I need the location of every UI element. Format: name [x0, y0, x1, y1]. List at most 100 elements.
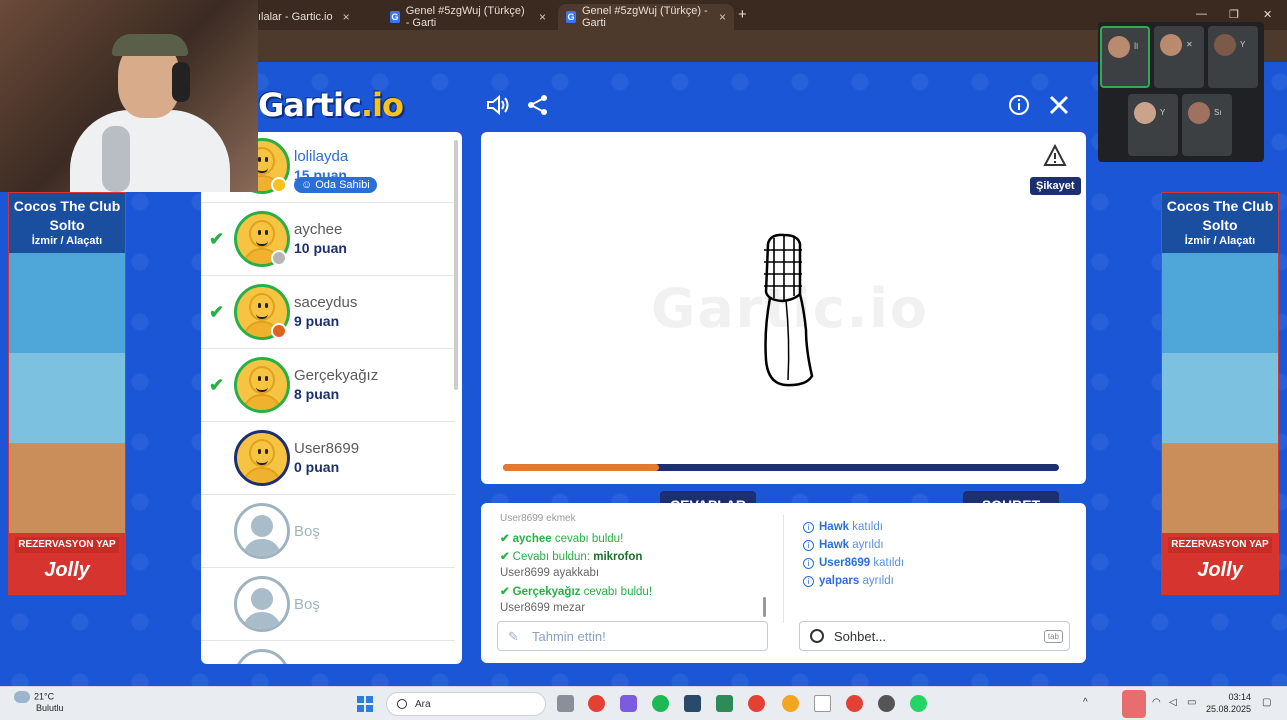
tab-title: Genel #5zgWuj (Türkçe) - Garti [581, 5, 708, 29]
answer-line: ✔ aychee cevabı buldu! [500, 533, 624, 545]
obs-icon[interactable] [878, 695, 895, 712]
player-name: Gerçekyağız [294, 367, 379, 384]
ad-brand: Jolly [1197, 559, 1243, 581]
answer-line: User8699 ekmek [500, 513, 576, 523]
player-name: Boş [294, 523, 320, 540]
app-icon[interactable] [716, 695, 733, 712]
call-participant[interactable]: Y [1208, 26, 1258, 88]
warning-icon[interactable] [1043, 143, 1067, 168]
player-avatar [234, 430, 290, 486]
status-dot [271, 177, 287, 193]
pencil-icon: ✎ [508, 629, 519, 644]
info-icon[interactable] [1006, 92, 1032, 118]
ad-banner-right[interactable]: Cocos The Club Solto İzmir / Alaçatı REZ… [1161, 192, 1279, 595]
call-participant[interactable]: ✕ [1154, 26, 1204, 88]
speaker-icon[interactable] [485, 92, 511, 118]
player-name: User8699 [294, 440, 360, 457]
browser-tab-2[interactable]: G Genel #5zgWuj (Türkçe) - Garti × [382, 4, 554, 30]
chat-line: i User8699 katıldı [803, 557, 904, 569]
browser-tab-1[interactable]: ılalar - Gartic.io × [250, 4, 380, 30]
close-icon[interactable] [1046, 92, 1072, 118]
call-participant[interactable]: İl [1100, 26, 1150, 88]
chrome-icon[interactable] [748, 695, 765, 712]
ad-location: İzmir / Alaçatı [1184, 235, 1256, 247]
chrome-icon[interactable] [782, 695, 799, 712]
player-row[interactable]: ✔ Gerçekyağız 8 puan [201, 349, 455, 422]
taskbar-search[interactable]: Ara [386, 692, 546, 716]
check-icon: ✔ [209, 375, 225, 395]
close-window-button[interactable]: ✕ [1263, 8, 1272, 21]
call-participant[interactable]: Y [1128, 94, 1178, 156]
video-call-panel: İl ✕ Y Y Sı [1098, 22, 1264, 162]
report-tooltip: Şikayet [1030, 177, 1081, 195]
ad-title: Cocos The Club Solto [13, 198, 121, 233]
copilot-icon[interactable] [620, 695, 637, 712]
answer-line: User8699 ayakkabı [500, 567, 600, 579]
chrome-icon[interactable] [846, 695, 863, 712]
gartic-logo: Gartic.io [258, 86, 404, 124]
battery-icon[interactable]: ▭ [1187, 697, 1196, 708]
ad-cta: REZERVASYON YAP [15, 537, 119, 553]
microphone-icon [102, 126, 130, 192]
chat-line: i yalpars ayrıldı [803, 575, 894, 587]
chevron-up-icon[interactable]: ^ [1083, 697, 1088, 708]
guess-input[interactable]: ✎ Tahmin ettin! [497, 621, 768, 651]
gartic-favicon-icon: G [390, 11, 400, 23]
player-row[interactable]: ✔ aychee 10 puan [201, 203, 455, 276]
empty-slot [201, 641, 455, 664]
system-clock[interactable]: 03:14 25.08.2025 [1206, 691, 1251, 715]
chat-input[interactable]: Sohbet... tab [799, 621, 1070, 651]
player-name: Boş [294, 596, 320, 613]
check-icon: ✔ [209, 302, 225, 322]
status-dot [271, 323, 287, 339]
player-list: lolilayda 15 puan ☺ Oda Sahibi ✔ aychee 1… [201, 132, 462, 664]
player-name: saceydus [294, 294, 358, 311]
answer-line: ✔ Cevabı buldun: mikrofon [500, 551, 643, 563]
call-participant[interactable]: Sı [1182, 94, 1232, 156]
player-score: 10 puan [294, 240, 347, 256]
tab-key-hint: tab [1043, 630, 1063, 643]
ad-cta: REZERVASYON YAP [1168, 537, 1272, 553]
owner-badge: ☺ Oda Sahibi [294, 177, 377, 193]
microphone-icon[interactable] [1122, 690, 1146, 718]
close-icon[interactable]: × [719, 10, 726, 24]
empty-slot: Boş [201, 495, 455, 568]
empty-slot: Boş [201, 568, 455, 641]
info-icon: i [803, 522, 814, 533]
weather-widget[interactable]: 21°C Bulutlu [14, 691, 64, 714]
taskbar: 21°C Bulutlu Ara ^ ◠ ◁ ▭ 03:14 25.08.2025… [0, 686, 1287, 720]
notification-icon[interactable]: ▢ [1262, 697, 1271, 708]
wifi-icon[interactable]: ◠ [1152, 697, 1161, 708]
check-icon: ✔ [500, 533, 510, 545]
player-row[interactable]: ✔ saceydus 9 puan [201, 276, 455, 349]
search-icon [397, 699, 407, 709]
browser-tab-3[interactable]: G Genel #5zgWuj (Türkçe) - Garti × [558, 4, 734, 30]
windows-start-icon[interactable] [357, 696, 373, 712]
file-explorer-icon[interactable] [557, 695, 574, 712]
check-icon: ✔ [500, 586, 510, 598]
tab-title: ılalar - Gartic.io [258, 11, 333, 23]
answer-line: ✔ Gerçekyağız cevabı buldu! [500, 586, 653, 598]
document-icon[interactable] [814, 695, 831, 712]
info-icon: i [803, 540, 814, 551]
player-score: 9 puan [294, 313, 340, 329]
share-icon[interactable] [525, 92, 551, 118]
new-tab-button[interactable]: + [738, 6, 747, 23]
player-row[interactable]: User8699 0 puan [201, 422, 455, 495]
close-icon[interactable]: × [539, 10, 546, 24]
volume-icon[interactable]: ◁ [1169, 697, 1177, 708]
chrome-icon[interactable] [588, 695, 605, 712]
ad-location: İzmir / Alaçatı [31, 235, 103, 247]
player-list-scrollbar[interactable] [454, 140, 458, 390]
info-icon: i [803, 576, 814, 587]
close-icon[interactable]: × [343, 10, 350, 24]
whatsapp-icon[interactable] [910, 695, 927, 712]
minimize-button[interactable]: — [1196, 8, 1207, 20]
answers-scrollbar[interactable] [763, 597, 766, 617]
ad-banner-left[interactable]: Cocos The Club Solto İzmir / Alaçatı REZ… [8, 192, 126, 595]
spotify-icon[interactable] [652, 695, 669, 712]
steam-icon[interactable] [684, 695, 701, 712]
check-icon: ✔ [500, 551, 510, 563]
maximize-button[interactable]: ❐ [1229, 8, 1239, 21]
drawing-canvas[interactable]: Gartic.io Şikayet [481, 132, 1086, 484]
